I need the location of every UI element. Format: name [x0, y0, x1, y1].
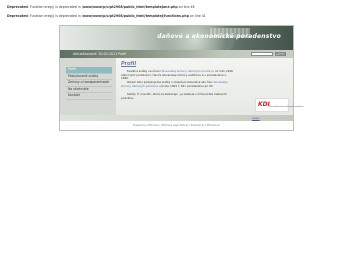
error-suffix: on line 41	[188, 14, 206, 18]
sidebar: Profil Poskytované služby Zmluvy o trans…	[60, 58, 116, 115]
footer-credits[interactable]: Powered by CMSimple | CMSimple Legal Not…	[60, 124, 293, 127]
site-tagline: daňové a ekonomické poradenstvo	[157, 33, 281, 40]
error-level: Deprecated	[7, 14, 28, 18]
error-level: Deprecated	[7, 5, 28, 9]
main-content: Profil Kvalitné služby na úrovni Slovens…	[116, 58, 304, 115]
logo-subtext: Slovenská komora daňových poradcov	[269, 106, 304, 108]
error-path: /www/www/p/u/pt2908/public_html/template…	[81, 14, 189, 18]
paragraph-text: od roku 1993 č. 69 i poradenstvo pri 93.	[158, 83, 214, 88]
site-footer: Powered by CMSimple | CMSimple Legal Not…	[60, 121, 293, 130]
php-error-line: Deprecated: Function ereg() is deprecate…	[7, 14, 206, 18]
sidebar-item-contact[interactable]: Kontakt	[66, 93, 112, 100]
sidebar-menu: Profil Poskytované služby Zmluvy o trans…	[66, 67, 112, 100]
error-message: : Function ereg() is deprecated in	[27, 14, 82, 18]
login-link[interactable]: Login	[252, 116, 260, 120]
page-title: Profil	[121, 61, 137, 67]
error-path: /www/www/p/u/pt2908/public_html/template…	[81, 5, 178, 9]
error-suffix: on line 46	[177, 5, 195, 9]
paragraph: Okrem toho poskytujeme služby v oblasti …	[121, 80, 233, 88]
paragraph: Služby © novo3m, ktoré sa zaoberajú , je…	[121, 92, 228, 100]
site-frame: daňové a ekonomické poradenstvo Aktualiz…	[59, 25, 304, 131]
breadcrumb[interactable]: Profil	[118, 52, 126, 56]
site-header: daňové a ekonomické poradenstvo	[60, 26, 293, 50]
search-input[interactable]	[251, 52, 273, 56]
status-bar: Aktualizované: 30.03.2011 Profil Hľadať	[60, 50, 293, 58]
kdp-logo[interactable]: KDI Slovenská komora daňových poradcov	[255, 98, 304, 112]
last-updated-date: Aktualizované: 30.03.2011	[73, 51, 118, 56]
php-error-line: Deprecated: Function ereg() is deprecate…	[7, 5, 194, 9]
search-button[interactable]: Hľadať	[275, 52, 286, 56]
error-message: : Function ereg() is deprecated in	[27, 5, 82, 9]
